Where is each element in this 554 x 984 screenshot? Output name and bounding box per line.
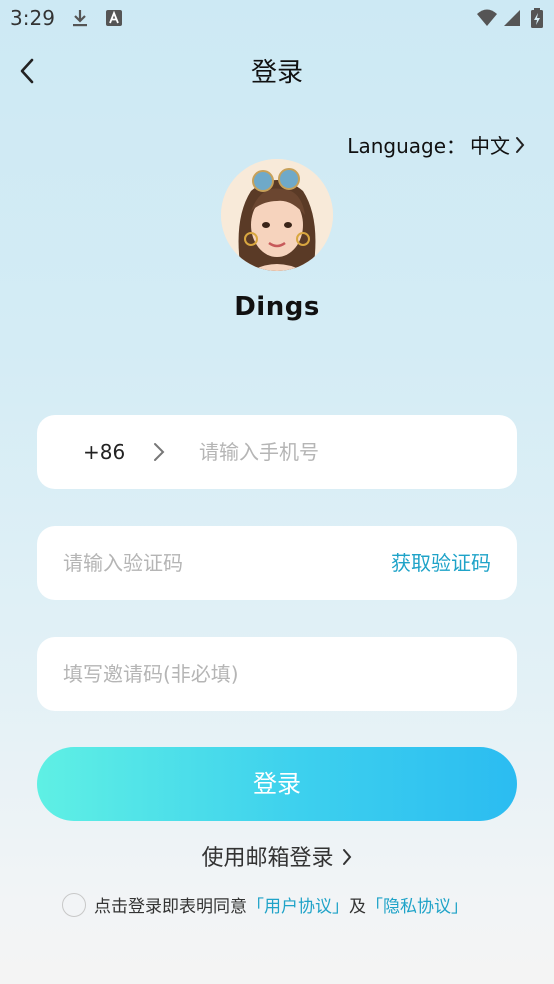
chevron-right-icon[interactable]	[152, 441, 166, 463]
keyboard-a-icon	[106, 10, 122, 26]
code-field: 请输入验证码 获取验证码	[37, 526, 517, 600]
language-label: Language：	[347, 134, 466, 158]
phone-input[interactable]: 请输入手机号	[199, 415, 319, 489]
email-login-link[interactable]: 使用邮箱登录	[0, 840, 554, 872]
phone-field: +86 请输入手机号	[37, 415, 517, 489]
privacy-agreement-link[interactable]: 「隐私协议」	[366, 892, 468, 917]
avatar-illustration	[221, 159, 333, 271]
invite-code-input[interactable]: 填写邀请码(非必填)	[63, 637, 239, 711]
code-input[interactable]: 请输入验证码	[63, 526, 183, 600]
app-name: Dings	[234, 292, 320, 322]
download-icon	[73, 10, 87, 27]
battery-icon	[531, 8, 543, 28]
agreement-and: 及	[349, 897, 366, 917]
agreement-prefix: 点击登录即表明同意	[94, 897, 247, 917]
wifi-icon	[477, 9, 497, 26]
agreement-row: 点击登录即表明同意 「用户协议」 及 「隐私协议」	[62, 892, 468, 917]
agreement-checkbox[interactable]	[62, 892, 86, 917]
user-agreement-link[interactable]: 「用户协议」	[247, 892, 349, 917]
get-code-button[interactable]: 获取验证码	[391, 526, 491, 600]
country-code-selector[interactable]: +86	[83, 415, 125, 489]
chevron-right-icon	[342, 849, 351, 865]
page-title: 登录	[250, 58, 303, 88]
signal-icon	[504, 10, 520, 26]
app-logo-avatar	[221, 159, 333, 271]
status-time: 3:29	[10, 6, 55, 30]
invite-code-field: 填写邀请码(非必填)	[37, 637, 517, 711]
email-login-label: 使用邮箱登录	[201, 846, 334, 871]
language-selector[interactable]: Language： 中文	[347, 130, 526, 159]
language-value: 中文	[470, 134, 510, 158]
chevron-right-icon	[516, 136, 525, 153]
login-button[interactable]: 登录	[37, 747, 517, 821]
